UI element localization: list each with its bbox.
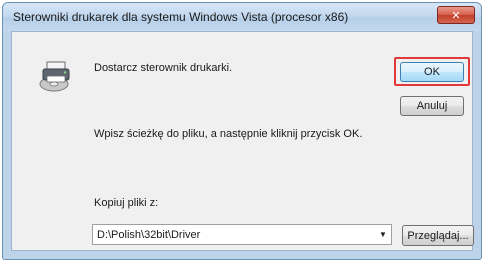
dialog-window: Sterowniki drukarek dla systemu Windows … bbox=[2, 2, 482, 260]
close-button[interactable]: ✕ bbox=[437, 6, 475, 24]
cancel-button[interactable]: Anuluj bbox=[400, 96, 464, 116]
path-combobox[interactable]: D:\Polish\32bit\Driver ▼ bbox=[92, 224, 392, 245]
copy-from-label: Kopiuj pliki z: bbox=[94, 197, 159, 209]
dialog-body: Dostarcz sterownik drukarki. Wpisz ścież… bbox=[11, 31, 474, 251]
window-title: Sterowniki drukarek dla systemu Windows … bbox=[13, 10, 349, 24]
instruction-text: Wpisz ścieżkę do pliku, a następnie klik… bbox=[94, 128, 363, 140]
cancel-button-label: Anuluj bbox=[416, 100, 448, 112]
ok-button-label: OK bbox=[424, 66, 440, 78]
path-value: D:\Polish\32bit\Driver bbox=[97, 229, 201, 241]
chevron-down-icon[interactable]: ▼ bbox=[375, 225, 391, 244]
printer-disc-icon bbox=[39, 61, 70, 92]
close-icon: ✕ bbox=[451, 8, 461, 22]
browse-button[interactable]: Przeglądaj... bbox=[402, 225, 474, 246]
title-bar[interactable]: Sterowniki drukarek dla systemu Windows … bbox=[3, 3, 481, 31]
ok-button[interactable]: OK bbox=[400, 62, 464, 82]
browse-button-label: Przeglądaj... bbox=[407, 229, 469, 242]
driver-message: Dostarcz sterownik drukarki. bbox=[94, 62, 233, 74]
